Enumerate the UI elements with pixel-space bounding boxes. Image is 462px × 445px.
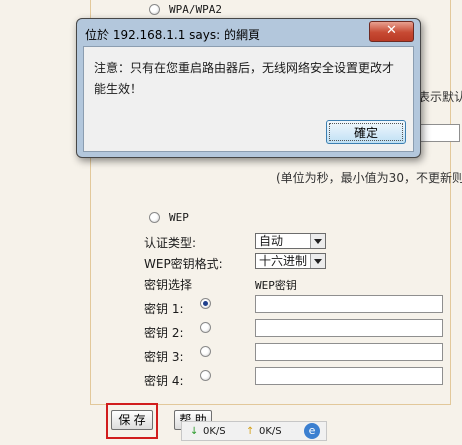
wep-key-format-select[interactable]: 十六进制 xyxy=(255,253,326,269)
dialog-body: 注意：只有在您重启路由器后，无线网络安全设置更改才能生效！ 確定 xyxy=(83,46,414,152)
key-2-radio[interactable] xyxy=(200,322,211,333)
wep-key-format-value: 十六进制 xyxy=(259,254,308,268)
key-4-label: 密钥 4: xyxy=(144,374,184,388)
partial-right-input[interactable] xyxy=(420,124,460,142)
network-speed-bar: ↓ 0K/S ↑ 0K/S e xyxy=(181,421,327,441)
wep-option-label: WEP xyxy=(169,211,189,224)
key-1-input[interactable] xyxy=(255,295,443,313)
key-4-input[interactable] xyxy=(255,367,443,385)
upload-arrow-icon: ↑ xyxy=(246,426,255,437)
close-icon[interactable]: ✕ xyxy=(369,21,414,42)
save-button-highlight xyxy=(106,403,158,439)
auth-type-select[interactable]: 自动 xyxy=(255,233,326,249)
key-1-radio[interactable] xyxy=(200,298,211,309)
wep-radio[interactable] xyxy=(149,212,160,223)
dialog-title: 位於 192.168.1.1 says: 的網頁 xyxy=(85,28,260,42)
auth-type-label: 认证类型: xyxy=(144,236,197,250)
alert-dialog: 位於 192.168.1.1 says: 的網頁 ✕ 注意：只有在您重启路由器后… xyxy=(76,18,421,158)
key-3-label: 密钥 3: xyxy=(144,350,184,364)
wpa-radio[interactable] xyxy=(149,4,160,15)
form-frame-right-border xyxy=(450,0,451,405)
wep-key-header: WEP密钥 xyxy=(255,279,297,292)
download-speed: 0K/S xyxy=(203,426,226,437)
wep-key-format-label: WEP密钥格式: xyxy=(144,257,223,271)
browser-logo-icon[interactable]: e xyxy=(304,423,320,439)
download-arrow-icon: ↓ xyxy=(190,426,199,437)
key-3-input[interactable] xyxy=(255,343,443,361)
wpa-option-label: WPA/WPA2 xyxy=(169,3,222,16)
dialog-message: 注意：只有在您重启路由器后，无线网络安全设置更改才能生效！ xyxy=(94,61,395,96)
key-4-radio[interactable] xyxy=(200,370,211,381)
chevron-down-icon xyxy=(310,234,325,248)
key-2-input[interactable] xyxy=(255,319,443,337)
ok-button[interactable]: 確定 xyxy=(326,120,406,144)
key-select-header: 密钥选择 xyxy=(144,278,193,292)
group-key-interval-hint: (单位为秒，最小值为30，不更新则为 xyxy=(276,171,462,185)
auth-type-value: 自动 xyxy=(259,234,284,248)
partial-default-text: 表示默认 xyxy=(418,90,462,104)
upload-speed: 0K/S xyxy=(259,426,282,437)
chevron-down-icon xyxy=(310,254,325,268)
key-2-label: 密钥 2: xyxy=(144,326,184,340)
key-1-label: 密钥 1: xyxy=(144,302,184,316)
key-3-radio[interactable] xyxy=(200,346,211,357)
